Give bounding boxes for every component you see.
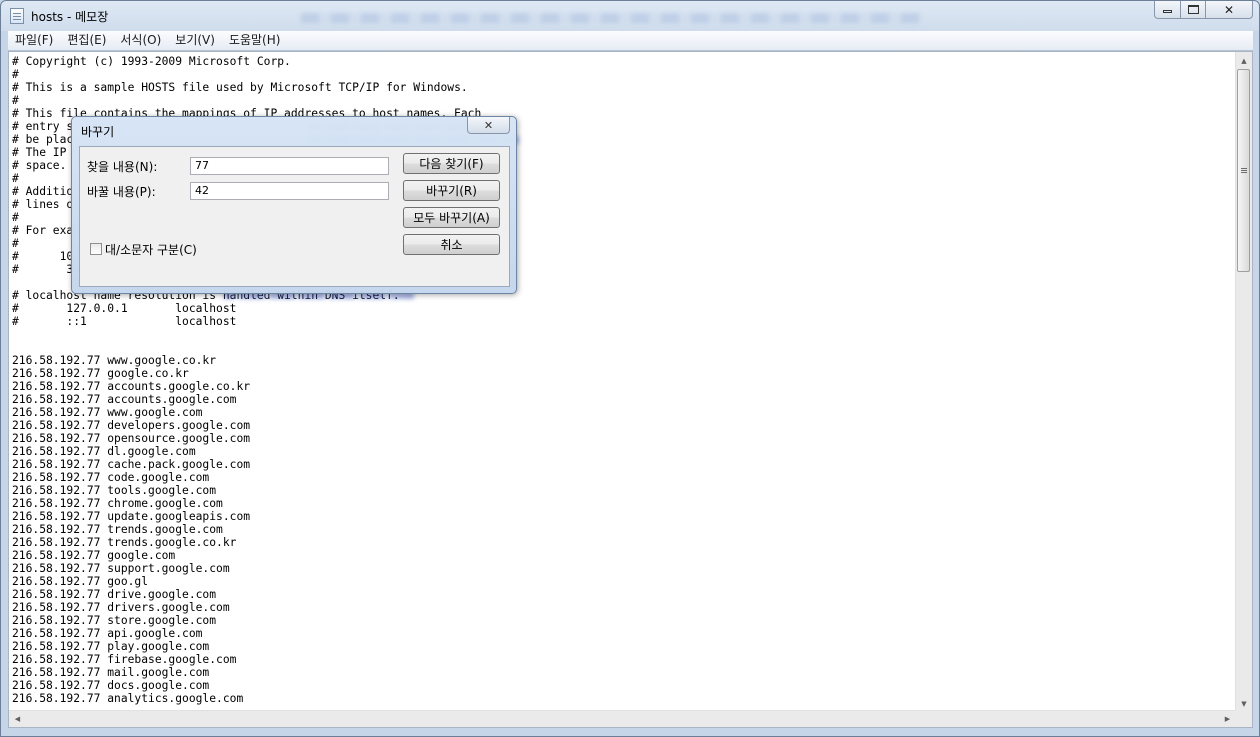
- text-line: #: [12, 94, 19, 107]
- text-line: 216.58.192.77 code.google.com: [12, 471, 210, 484]
- grip-icon: [1240, 167, 1247, 174]
- text-line: 216.58.192.77 support.google.com: [12, 562, 230, 575]
- text-line: 216.58.192.77 accounts.google.com: [12, 393, 237, 406]
- vertical-scrollbar[interactable]: ▲ ▼: [1235, 52, 1252, 712]
- text-line: # ::1 localhost: [12, 315, 237, 328]
- text-line: 216.58.192.77 cache.pack.google.com: [12, 458, 251, 471]
- notepad-window: hosts - 메모장 ✕ 파일(F) 편집(E) 서식(O) 보기(V) 도움…: [0, 0, 1260, 737]
- find-input[interactable]: 77: [190, 157, 389, 175]
- text-line: # This is a sample HOSTS file used by Mi…: [12, 81, 468, 94]
- text-line: 216.58.192.77 trends.google.com: [12, 523, 223, 536]
- maximize-button[interactable]: [1181, 1, 1206, 19]
- scroll-thumb[interactable]: [1237, 69, 1250, 272]
- text-line: [12, 328, 1232, 341]
- window-title: hosts - 메모장: [31, 10, 109, 24]
- menu-file[interactable]: 파일(F): [8, 31, 60, 50]
- text-line: 216.58.192.77 play.google.com: [12, 640, 210, 653]
- replace-input[interactable]: 42: [190, 182, 389, 200]
- find-next-button[interactable]: 다음 찾기(F): [403, 153, 500, 174]
- scroll-up-icon[interactable]: ▲: [1236, 52, 1252, 69]
- cancel-button[interactable]: 취소: [403, 234, 500, 255]
- horizontal-scrollbar[interactable]: ◀ ▶: [9, 710, 1236, 727]
- menu-view[interactable]: 보기(V): [168, 31, 222, 50]
- dialog-close-button[interactable]: ✕: [467, 117, 510, 134]
- maximize-icon: [1187, 5, 1199, 14]
- text-line: 216.58.192.77 firebase.google.com: [12, 653, 237, 666]
- notepad-icon: [10, 8, 24, 24]
- text-line: 216.58.192.77 www.google.co.kr: [12, 354, 217, 367]
- text-line: 216.58.192.77 mail.google.com: [12, 666, 210, 679]
- text-line: # Copyright (c) 1993-2009 Microsoft Corp…: [12, 55, 291, 68]
- text-line: 216.58.192.77 drive.google.com: [12, 588, 217, 601]
- close-icon: ✕: [1223, 2, 1235, 17]
- replace-button[interactable]: 바꾸기(R): [403, 180, 500, 201]
- text-line: 216.58.192.77 google.co.kr: [12, 367, 189, 380]
- text-line: 216.58.192.77 update.googleapis.com: [12, 510, 251, 523]
- size-grip[interactable]: [1235, 710, 1252, 727]
- close-button[interactable]: ✕: [1206, 1, 1253, 19]
- scroll-right-icon[interactable]: ▶: [1219, 711, 1236, 727]
- title-bar[interactable]: hosts - 메모장 ✕: [1, 1, 1259, 30]
- scroll-left-icon[interactable]: ◀: [9, 711, 26, 727]
- menu-edit[interactable]: 편집(E): [60, 31, 113, 50]
- text-line: 216.58.192.77 accounts.google.co.kr: [12, 380, 251, 393]
- blurred-title-area: [301, 13, 921, 23]
- minimize-icon: [1163, 10, 1172, 13]
- find-label: 찾을 내용(N):: [87, 160, 158, 174]
- dialog-title: 바꾸기: [81, 125, 115, 139]
- text-line: 216.58.192.77 goo.gl: [12, 575, 149, 588]
- caption-buttons: ✕: [1154, 1, 1253, 20]
- text-line: 216.58.192.77 developers.google.com: [12, 419, 251, 432]
- dialog-body: 찾을 내용(N): 77 바꿀 내용(P): 42 다음 찾기(F) 바꾸기(R…: [79, 146, 510, 287]
- text-line: 216.58.192.77 drivers.google.com: [12, 601, 230, 614]
- text-line: # 127.0.0.1 localhost: [12, 302, 237, 315]
- match-case-checkbox[interactable]: [90, 243, 102, 255]
- text-line: 216.58.192.77 tools.google.com: [12, 484, 217, 497]
- text-line: 216.58.192.77 dl.google.com: [12, 445, 196, 458]
- minimize-button[interactable]: [1154, 1, 1181, 19]
- menu-format[interactable]: 서식(O): [113, 31, 168, 50]
- text-line: 216.58.192.77 opensource.google.com: [12, 432, 251, 445]
- match-case-label[interactable]: 대/소문자 구분(C): [105, 241, 197, 258]
- text-line: 216.58.192.77 google.com: [12, 549, 176, 562]
- replace-dialog: 바꾸기 ✕ 찾을 내용(N): 77 바꿀 내용(P): 42 다음 찾기(F)…: [71, 116, 517, 294]
- text-line: 216.58.192.77 trends.google.co.kr: [12, 536, 237, 549]
- menu-bar: 파일(F) 편집(E) 서식(O) 보기(V) 도움말(H): [8, 31, 1253, 51]
- text-line: 216.58.192.77 chrome.google.com: [12, 497, 223, 510]
- text-line: 216.58.192.77 analytics.google.com: [12, 692, 244, 705]
- text-line: #: [12, 68, 19, 81]
- text-line: 216.58.192.77 www.google.com: [12, 406, 203, 419]
- text-line: 216.58.192.77 api.google.com: [12, 627, 203, 640]
- replace-label: 바꿀 내용(P):: [87, 185, 156, 199]
- close-icon: ✕: [483, 118, 494, 132]
- text-line: [12, 341, 1232, 354]
- text-line: 216.58.192.77 store.google.com: [12, 614, 217, 627]
- text-line: 216.58.192.77 docs.google.com: [12, 679, 210, 692]
- replace-all-button[interactable]: 모두 바꾸기(A): [403, 207, 500, 228]
- menu-help[interactable]: 도움말(H): [222, 31, 288, 50]
